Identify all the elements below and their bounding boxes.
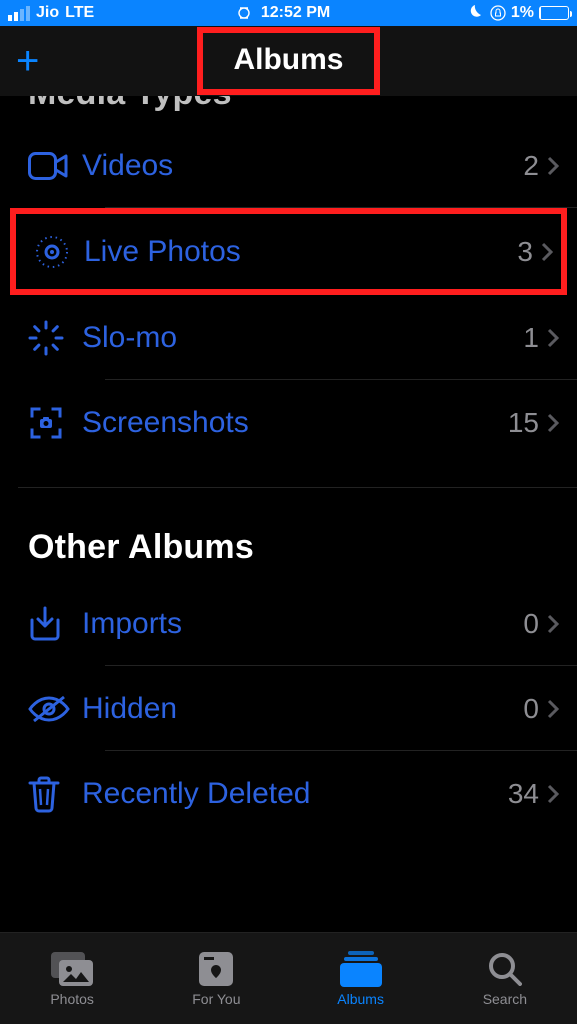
row-count: 2 — [523, 150, 539, 182]
row-count: 0 — [523, 608, 539, 640]
tab-for-you[interactable]: For You — [144, 933, 288, 1024]
status-bar: Jio LTE 12:52 PM 1% — [0, 0, 577, 26]
page-title: Albums — [233, 43, 343, 77]
navigation-bar: + Albums — [0, 26, 577, 96]
screenshots-icon — [28, 405, 82, 441]
tab-label: Albums — [337, 991, 384, 1007]
media-row-live-photos[interactable]: Live Photos 3 — [16, 214, 561, 289]
annotation-highlight-title: Albums — [197, 27, 379, 95]
tab-label: For You — [192, 991, 240, 1007]
row-count: 34 — [508, 778, 539, 810]
row-label: Recently Deleted — [82, 777, 508, 811]
row-count: 3 — [517, 236, 533, 268]
signal-bars-icon — [8, 6, 30, 21]
other-albums-header: Other Albums — [0, 488, 577, 581]
chevron-right-icon — [547, 156, 559, 176]
albums-tab-icon — [338, 951, 384, 987]
chevron-right-icon — [547, 699, 559, 719]
link-icon — [233, 6, 255, 20]
row-count: 15 — [508, 407, 539, 439]
row-count: 0 — [523, 693, 539, 725]
annotation-highlight-live-photos: Live Photos 3 — [10, 208, 567, 295]
row-label: Videos — [82, 149, 523, 183]
album-row-recently-deleted[interactable]: Recently Deleted 34 — [0, 751, 577, 836]
search-tab-icon — [488, 951, 522, 987]
orientation-lock-icon — [490, 5, 506, 21]
row-label: Hidden — [82, 692, 523, 726]
tab-search[interactable]: Search — [433, 933, 577, 1024]
moon-icon — [469, 5, 485, 21]
chevron-right-icon — [547, 413, 559, 433]
photos-tab-icon — [51, 951, 93, 987]
tab-label: Photos — [50, 991, 94, 1007]
row-label: Live Photos — [84, 235, 517, 269]
row-label: Imports — [82, 607, 523, 641]
row-label: Screenshots — [82, 406, 508, 440]
slomo-icon — [28, 320, 82, 356]
album-row-hidden[interactable]: Hidden 0 — [0, 666, 577, 751]
tab-albums[interactable]: Albums — [289, 933, 433, 1024]
chevron-right-icon — [547, 614, 559, 634]
media-row-videos[interactable]: Videos 2 — [0, 123, 577, 208]
row-count: 1 — [523, 322, 539, 354]
chevron-right-icon — [541, 242, 553, 262]
hidden-icon — [28, 694, 82, 724]
trash-icon — [28, 775, 82, 813]
for-you-tab-icon — [199, 951, 233, 987]
row-label: Slo-mo — [82, 321, 523, 355]
media-row-screenshots[interactable]: Screenshots 15 — [0, 380, 577, 465]
imports-icon — [28, 606, 82, 642]
carrier-label: Jio — [36, 4, 59, 22]
live-photos-icon — [34, 234, 84, 270]
videos-icon — [28, 152, 82, 180]
tab-photos[interactable]: Photos — [0, 933, 144, 1024]
chevron-right-icon — [547, 784, 559, 804]
album-row-imports[interactable]: Imports 0 — [0, 581, 577, 666]
clock-label: 12:52 PM — [261, 4, 330, 22]
add-button[interactable]: + — [16, 41, 39, 81]
chevron-right-icon — [547, 328, 559, 348]
network-label: LTE — [65, 4, 94, 22]
battery-icon — [539, 6, 569, 20]
tab-label: Search — [483, 991, 527, 1007]
media-row-slomo[interactable]: Slo-mo 1 — [0, 295, 577, 380]
tab-bar: Photos For You Albums Search — [0, 932, 577, 1024]
battery-pct-label: 1% — [511, 4, 534, 22]
